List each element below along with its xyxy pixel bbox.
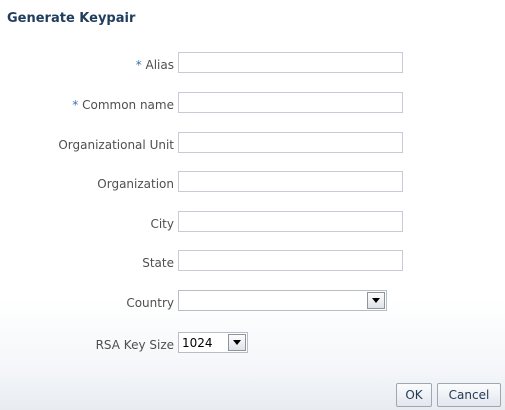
organizational-unit-row: Organizational Unit: [0, 132, 505, 158]
state-label: State: [142, 256, 174, 270]
chevron-down-icon[interactable]: [228, 334, 246, 351]
generate-keypair-dialog: Generate Keypair * Alias * Common name O…: [0, 0, 505, 410]
city-row: City: [0, 211, 505, 237]
state-input[interactable]: [178, 250, 403, 271]
rsa-key-size-value: 1024: [182, 336, 213, 350]
chevron-down-icon[interactable]: [367, 292, 385, 309]
rsa-key-size-select[interactable]: 1024: [178, 332, 248, 353]
common-name-row: * Common name: [0, 92, 505, 118]
country-label: Country: [126, 296, 174, 310]
country-select[interactable]: [178, 290, 387, 311]
alias-input[interactable]: [178, 52, 403, 73]
rsa-key-size-row: RSA Key Size 1024: [0, 332, 505, 358]
organization-label: Organization: [97, 177, 174, 191]
city-input[interactable]: [178, 211, 403, 232]
organizational-unit-input[interactable]: [178, 132, 403, 153]
rsa-key-size-label: RSA Key Size: [95, 338, 174, 352]
common-name-input[interactable]: [178, 92, 403, 113]
organization-row: Organization: [0, 171, 505, 197]
organizational-unit-label: Organizational Unit: [58, 138, 174, 152]
state-row: State: [0, 250, 505, 276]
organization-input[interactable]: [178, 171, 403, 192]
city-label: City: [150, 217, 174, 231]
required-mark: *: [135, 58, 142, 72]
alias-label: * Alias: [135, 58, 174, 72]
dialog-title: Generate Keypair: [7, 11, 136, 26]
alias-row: * Alias: [0, 52, 505, 78]
country-row: Country: [0, 290, 505, 316]
ok-button[interactable]: OK: [396, 383, 432, 407]
common-name-label: * Common name: [72, 98, 174, 112]
cancel-button[interactable]: Cancel: [437, 383, 501, 407]
required-mark: *: [72, 98, 79, 112]
